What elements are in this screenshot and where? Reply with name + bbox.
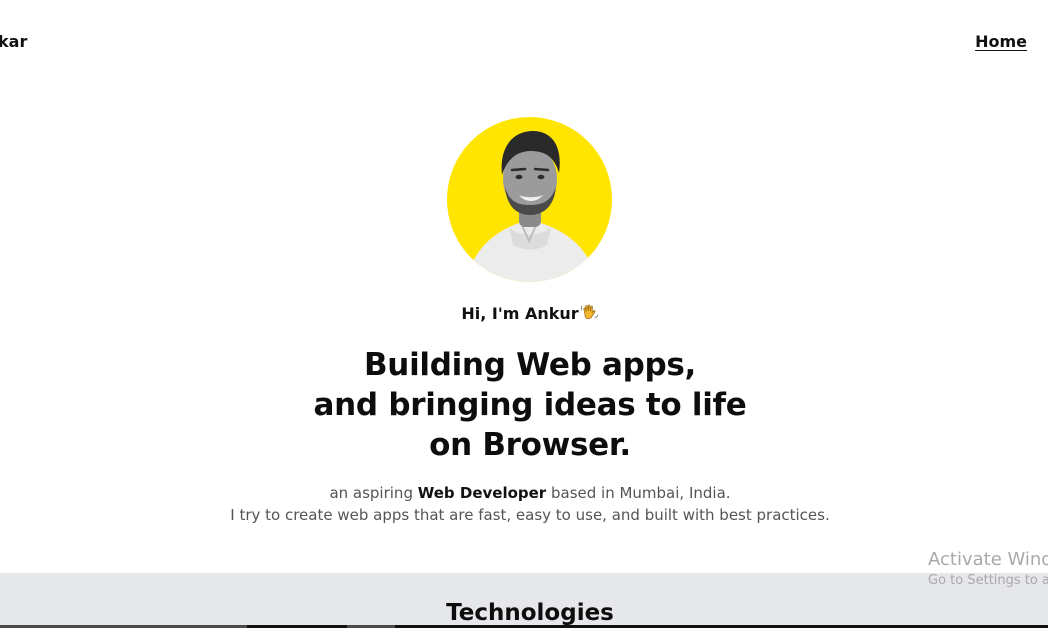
waving-hand-icon (580, 303, 599, 326)
nav-link-home[interactable]: Home (975, 32, 1027, 51)
intro-highlight: Web Developer (417, 484, 547, 502)
profile-photo-icon (467, 131, 597, 282)
greeting-text: Hi, I'm Ankur (461, 304, 579, 323)
intro-post: based in Mumbai, India. (546, 484, 731, 502)
brand-logo[interactable]: kar (0, 32, 27, 51)
activate-windows-watermark: Activate Windows Go to Settings to activ… (928, 548, 1048, 590)
technologies-section: Technologies (0, 573, 1048, 628)
headline-line: Building Web apps, (363, 347, 697, 383)
watermark-title: Activate Windows (928, 549, 1048, 570)
avatar (447, 117, 612, 282)
intro-line-2: I try to create web apps that are fast, … (230, 506, 830, 524)
greeting: Hi, I'm Ankur (0, 303, 1048, 326)
headline-line: on Browser. (429, 427, 631, 463)
page: kar Home Hi, I'm Ankur Building Web apps… (0, 0, 1048, 628)
intro-text: an aspiring Web Developer based in Mumba… (0, 482, 1048, 526)
headline: Building Web apps, and bringing ideas to… (0, 345, 1048, 465)
headline-line: and bringing ideas to life (313, 387, 747, 423)
technologies-title: Technologies (446, 600, 614, 626)
watermark-subtitle: Go to Settings to activate Windows. (928, 573, 1048, 588)
intro-pre: an aspiring (329, 484, 418, 502)
